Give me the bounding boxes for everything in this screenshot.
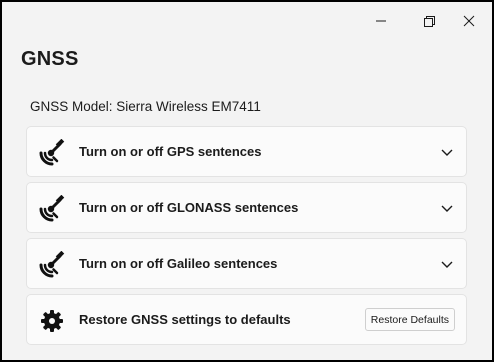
chevron-down-icon[interactable]	[434, 139, 460, 165]
restore-defaults-button[interactable]: Restore Defaults	[364, 308, 455, 331]
satellite-icon	[38, 251, 66, 279]
close-icon	[463, 15, 475, 27]
gps-sentences-card[interactable]: Turn on or off GPS sentences	[26, 126, 467, 177]
close-button[interactable]	[449, 8, 489, 34]
card-label: Turn on or off GPS sentences	[79, 144, 262, 159]
gnss-model-label: GNSS Model: Sierra Wireless EM7411	[30, 99, 261, 114]
title-bar	[2, 2, 492, 42]
glonass-sentences-card[interactable]: Turn on or off GLONASS sentences	[26, 182, 467, 233]
maximize-button[interactable]	[409, 8, 449, 34]
satellite-icon	[38, 195, 66, 223]
minimize-icon	[376, 20, 386, 22]
satellite-icon	[38, 139, 66, 167]
maximize-icon	[423, 15, 435, 27]
gear-icon	[38, 307, 66, 335]
restore-defaults-card: Restore GNSS settings to defaults Restor…	[26, 294, 467, 345]
card-label: Turn on or off GLONASS sentences	[79, 200, 299, 215]
page-title: GNSS	[21, 48, 79, 70]
minimize-button[interactable]	[361, 8, 401, 34]
chevron-down-icon[interactable]	[434, 195, 460, 221]
card-label: Restore GNSS settings to defaults	[79, 312, 291, 327]
card-label: Turn on or off Galileo sentences	[79, 256, 278, 271]
app-window: GNSS GNSS Model: Sierra Wireless EM7411 …	[0, 0, 494, 362]
galileo-sentences-card[interactable]: Turn on or off Galileo sentences	[26, 238, 467, 289]
chevron-down-icon[interactable]	[434, 251, 460, 277]
